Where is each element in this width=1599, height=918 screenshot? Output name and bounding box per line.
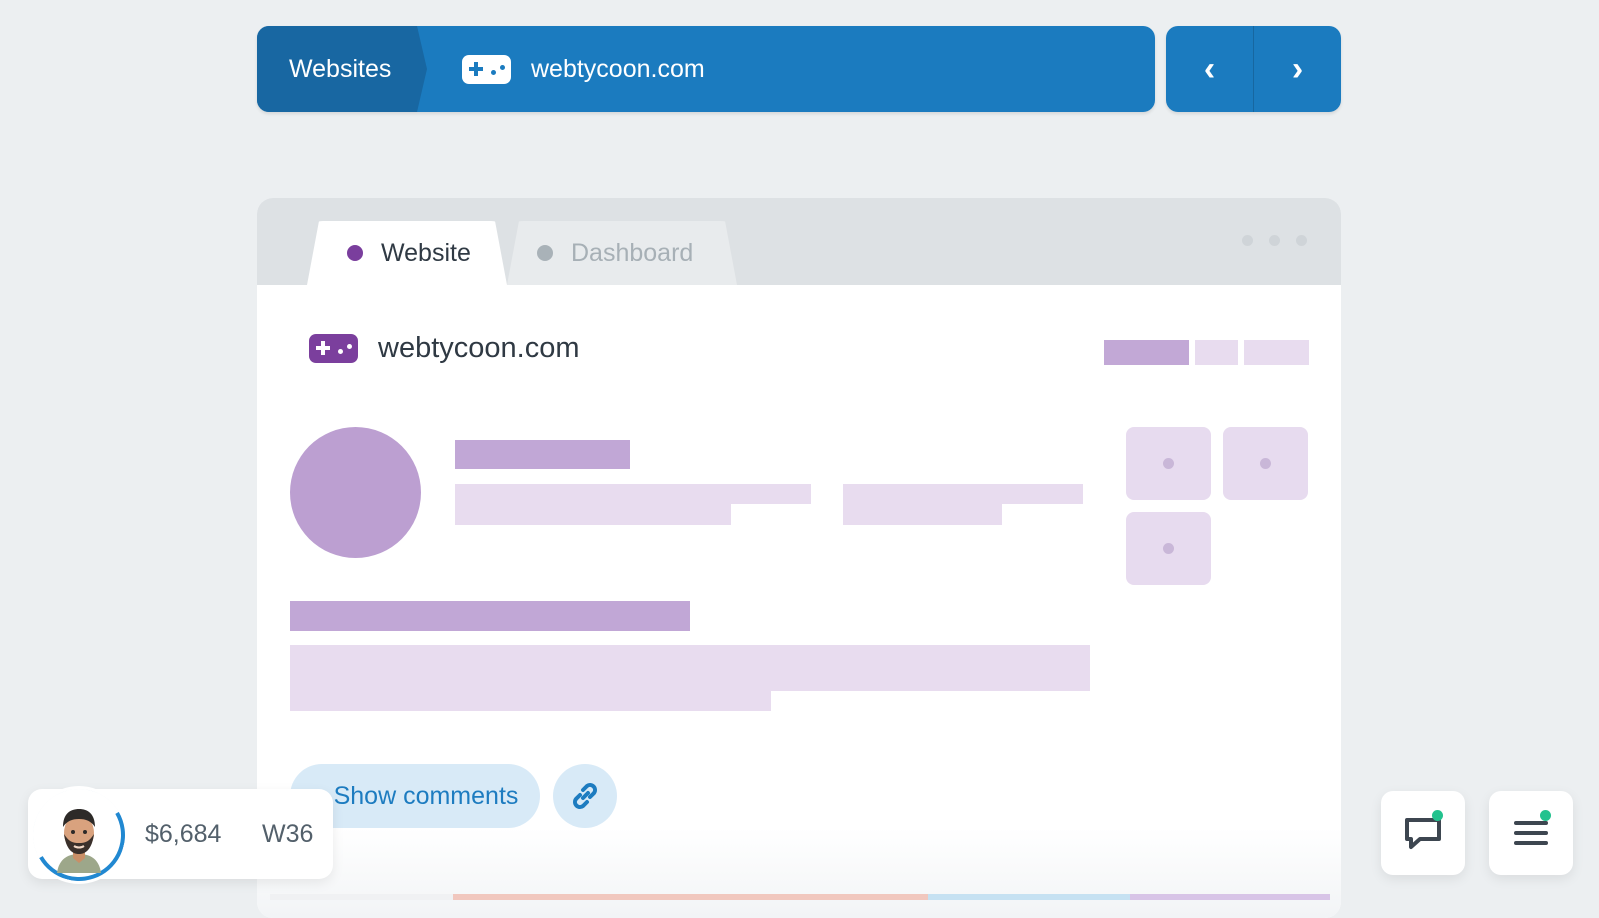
chevron-right-icon: › [1291,49,1304,88]
site-title: webtycoon.com [378,331,580,364]
show-comments-label: Show comments [333,781,519,810]
next-site-button[interactable]: › [1254,26,1341,112]
text-placeholder [843,504,1002,525]
notification-badge [1432,810,1443,821]
player-status-card[interactable]: $6,684 W36 [22,778,333,892]
content-fade [257,828,1341,918]
nav-placeholder-bar [1195,340,1238,365]
breadcrumb-site-label: webtycoon.com [531,54,705,83]
menu-button[interactable] [1489,791,1573,875]
color-strip-segment [1130,894,1330,900]
nav-placeholder-bar [1104,340,1189,365]
copy-link-button[interactable] [553,764,617,828]
current-week: W36 [262,820,314,848]
tab-website[interactable]: Website [307,221,507,285]
gamepad-icon [462,54,511,84]
chevron-left-icon: ‹ [1203,49,1216,88]
nav-placeholder-bar [1244,340,1309,365]
site-navigation: ‹ › [1166,26,1341,112]
tab-status-dot [347,245,363,261]
tile-placeholder [1126,427,1211,500]
window-dot [1296,235,1307,246]
heading-placeholder [455,440,630,469]
avatar[interactable] [22,778,136,892]
breadcrumb-websites[interactable]: Websites [257,26,427,112]
window-dot [1269,235,1280,246]
site-header: webtycoon.com [309,328,580,368]
money-balance: $6,684 [145,820,222,848]
text-placeholder [455,504,731,525]
menu-icon [1514,821,1548,845]
notification-badge [1540,810,1551,821]
browser-tab-bar: Website Dashboard [257,198,1341,285]
color-strip-segment [270,894,453,900]
chat-icon [1405,818,1441,849]
gamepad-icon [309,333,358,363]
previous-site-button[interactable]: ‹ [1166,26,1254,112]
paragraph-placeholder [290,645,1090,691]
tile-placeholder [1223,427,1308,500]
tile-placeholder [1126,512,1211,585]
window-control-dots [1242,235,1307,246]
color-strip-segment [453,894,928,900]
tab-dashboard[interactable]: Dashboard [507,221,737,285]
color-strip-segment [928,894,1130,900]
link-icon [573,783,597,809]
window-dot [1242,235,1253,246]
website-breadcrumb-bar: Websites webtycoon.com [257,26,1155,112]
text-placeholder [455,484,811,504]
paragraph-placeholder [290,691,771,711]
breadcrumb-current-site: webtycoon.com [462,26,705,112]
tab-dashboard-label: Dashboard [571,238,694,267]
tab-status-dot [537,245,553,261]
breadcrumb-websites-label: Websites [289,55,392,83]
tab-website-label: Website [381,238,471,267]
text-placeholder [843,484,1083,504]
section-heading-placeholder [290,601,690,631]
site-header-nav-placeholder [1104,340,1309,365]
chat-button[interactable] [1381,791,1465,875]
avatar-icon [57,809,101,873]
website-browser-window: Website Dashboard webtycoon.com Show com… [257,198,1341,918]
content-image-placeholder [290,427,421,558]
